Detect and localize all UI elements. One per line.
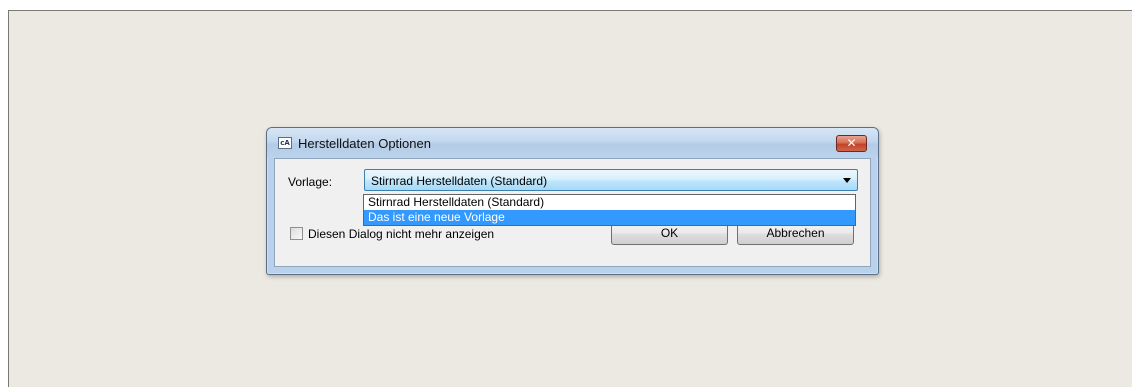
title-bar[interactable]: cA Herstelldaten Optionen ✕: [267, 128, 878, 158]
app-icon: cA: [278, 137, 292, 149]
template-label: Vorlage:: [288, 175, 333, 189]
template-dropdown-list: Stirnrad Herstelldaten (Standard) Das is…: [363, 194, 856, 226]
dont-show-again-checkbox[interactable]: [290, 227, 303, 240]
chevron-down-icon[interactable]: [843, 178, 851, 183]
template-combobox[interactable]: Stirnrad Herstelldaten (Standard): [364, 169, 858, 191]
template-combobox-value: Stirnrad Herstelldaten (Standard): [371, 174, 548, 188]
dont-show-again-label[interactable]: Diesen Dialog nicht mehr anzeigen: [308, 227, 494, 241]
template-option-standard[interactable]: Stirnrad Herstelldaten (Standard): [364, 195, 855, 210]
close-icon: ✕: [846, 136, 857, 150]
dialog-title: Herstelldaten Optionen: [298, 136, 431, 151]
template-option-new[interactable]: Das ist eine neue Vorlage: [364, 210, 855, 225]
close-button[interactable]: ✕: [836, 135, 867, 152]
